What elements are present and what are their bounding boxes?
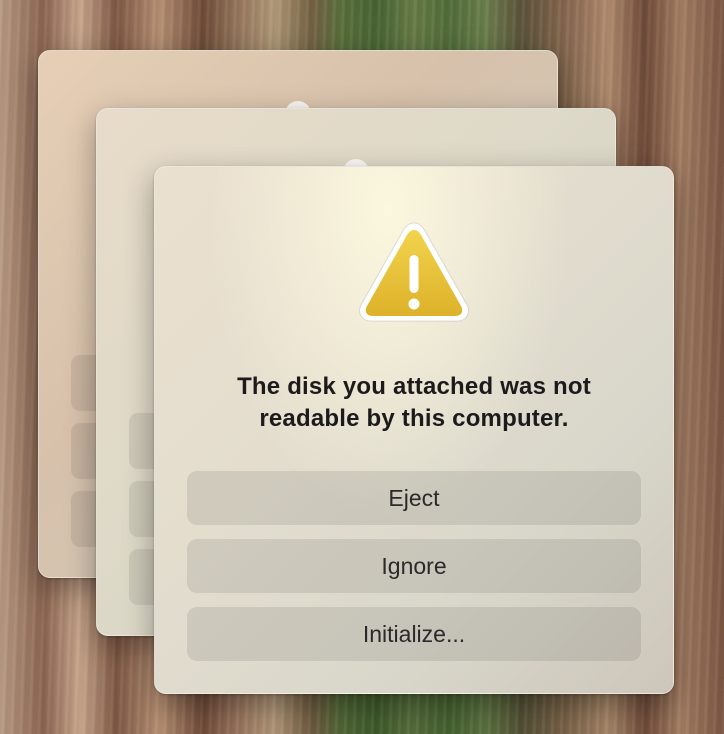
warning-icon bbox=[359, 222, 469, 322]
eject-button[interactable]: Eject bbox=[187, 471, 641, 525]
disk-not-readable-alert: The disk you attached was not readable b… bbox=[154, 166, 674, 694]
alert-message-line-1: The disk you attached was not bbox=[237, 373, 591, 400]
ignore-button[interactable]: Ignore bbox=[187, 539, 641, 593]
alert-message: The disk you attached was not readable b… bbox=[185, 371, 643, 435]
alert-message-line-2: readable by this computer. bbox=[259, 405, 569, 432]
initialize-button[interactable]: Initialize... bbox=[187, 607, 641, 661]
